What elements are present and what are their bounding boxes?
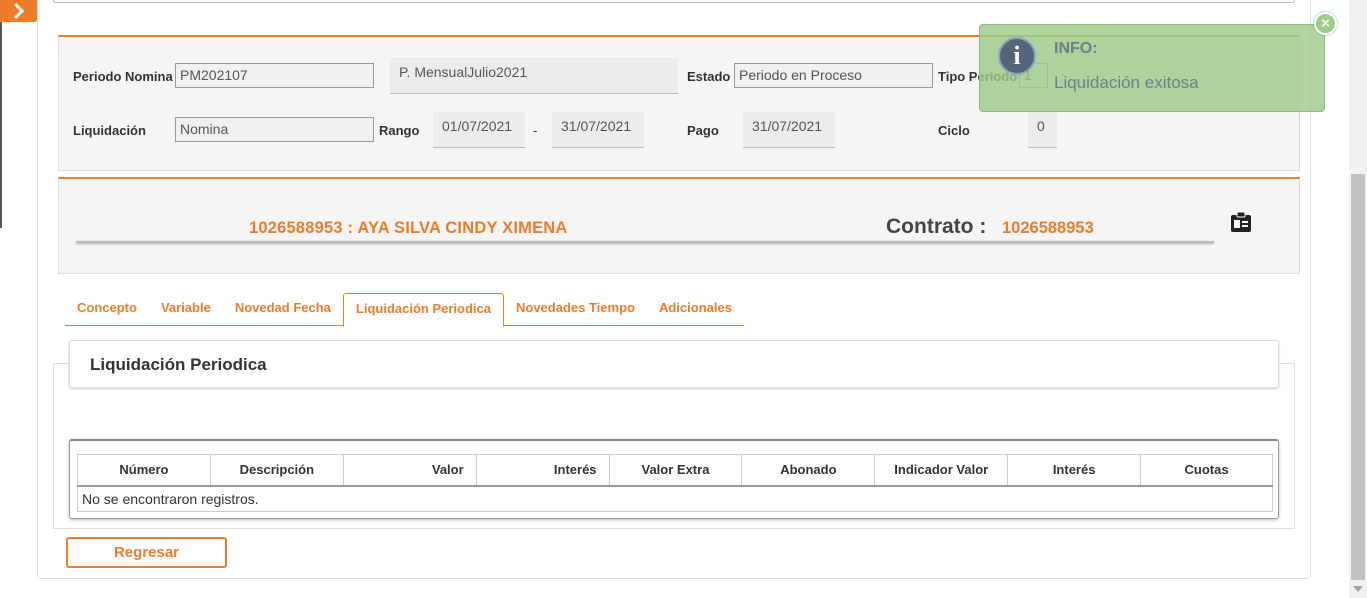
contrato-number: 1026588953 (1002, 219, 1094, 237)
tab-novedades-tiempo[interactable]: Novedades Tiempo (504, 293, 647, 326)
ciclo-label: Ciclo (938, 123, 970, 138)
column-header[interactable]: Descripción (209, 454, 344, 487)
toast-message: Liquidación exitosa (1054, 73, 1199, 92)
close-icon[interactable]: × (1314, 12, 1337, 35)
tab-bar: Concepto Variable Novedad Fecha Liquidac… (65, 293, 744, 327)
pago-label: Pago (687, 123, 719, 138)
panel-title: Liquidación Periodica (90, 355, 267, 374)
estado-field[interactable]: Periodo en Proceso (734, 63, 933, 88)
liquidacion-label: Liquidación (73, 123, 146, 138)
ciclo-field: 0 (1028, 112, 1057, 148)
employee-name: 1026588953 : AYA SILVA CINDY XIMENA (249, 219, 568, 237)
scroll-down-icon[interactable] (1353, 586, 1363, 592)
liquidacion-field[interactable]: Nomina (175, 117, 374, 142)
employee-divider (76, 241, 1214, 243)
records-table: Número Descripción Valor Interés Valor E… (77, 454, 1273, 512)
tab-liquidacion-periodica[interactable]: Liquidación Periodica (342, 293, 504, 327)
column-header[interactable]: Valor (342, 454, 477, 487)
column-header[interactable]: Cuotas (1140, 454, 1273, 487)
column-header[interactable]: Valor Extra (608, 454, 743, 487)
records-table-wrapper: Número Descripción Valor Interés Valor E… (69, 439, 1279, 519)
info-toast: i INFO: Liquidación exitosa (979, 24, 1325, 112)
tab-adicionales[interactable]: Adicionales (647, 293, 744, 326)
toast-title: INFO: (1054, 40, 1098, 57)
tab-novedad-fecha[interactable]: Novedad Fecha (223, 293, 343, 326)
pago-field: 31/07/2021 (743, 112, 835, 148)
table-header-row: Número Descripción Valor Interés Valor E… (77, 454, 1273, 487)
tab-variable[interactable]: Variable (149, 293, 223, 326)
rango-hasta-field: 31/07/2021 (552, 112, 644, 148)
rango-separator: - (533, 123, 538, 138)
column-header[interactable]: Número (77, 454, 211, 487)
periodo-nomina-label: Periodo Nomina (73, 69, 173, 84)
periodo-nomina-field[interactable]: PM202107 (175, 63, 374, 88)
column-header[interactable]: Indicador Valor (874, 454, 1009, 487)
estado-label: Estado (687, 69, 731, 84)
rango-label: Rango (379, 123, 420, 138)
back-button[interactable]: Regresar (66, 537, 227, 568)
scrollbar-thumb[interactable] (1351, 174, 1365, 580)
empty-message: No se encontraron registros. (77, 485, 1273, 512)
id-card-icon[interactable] (1230, 211, 1252, 238)
column-header[interactable]: Interés (1007, 454, 1142, 487)
column-header[interactable]: Interés (475, 454, 610, 487)
periodo-description: P. MensualJulio2021 (390, 58, 678, 94)
top-box (53, 0, 1295, 3)
tab-concepto[interactable]: Concepto (65, 293, 149, 326)
sidebar-toggle-button[interactable] (0, 0, 38, 22)
panel-header: Liquidación Periodica (69, 340, 1279, 388)
table-row: No se encontraron registros. (77, 485, 1273, 512)
info-icon: i (998, 37, 1036, 75)
contrato-label: Contrato : (886, 215, 987, 238)
chevron-right-icon (13, 3, 25, 19)
column-header[interactable]: Abonado (741, 454, 876, 487)
sidebar-edge (0, 22, 2, 228)
rango-desde-field: 01/07/2021 (433, 112, 525, 148)
employee-section (58, 177, 1300, 274)
